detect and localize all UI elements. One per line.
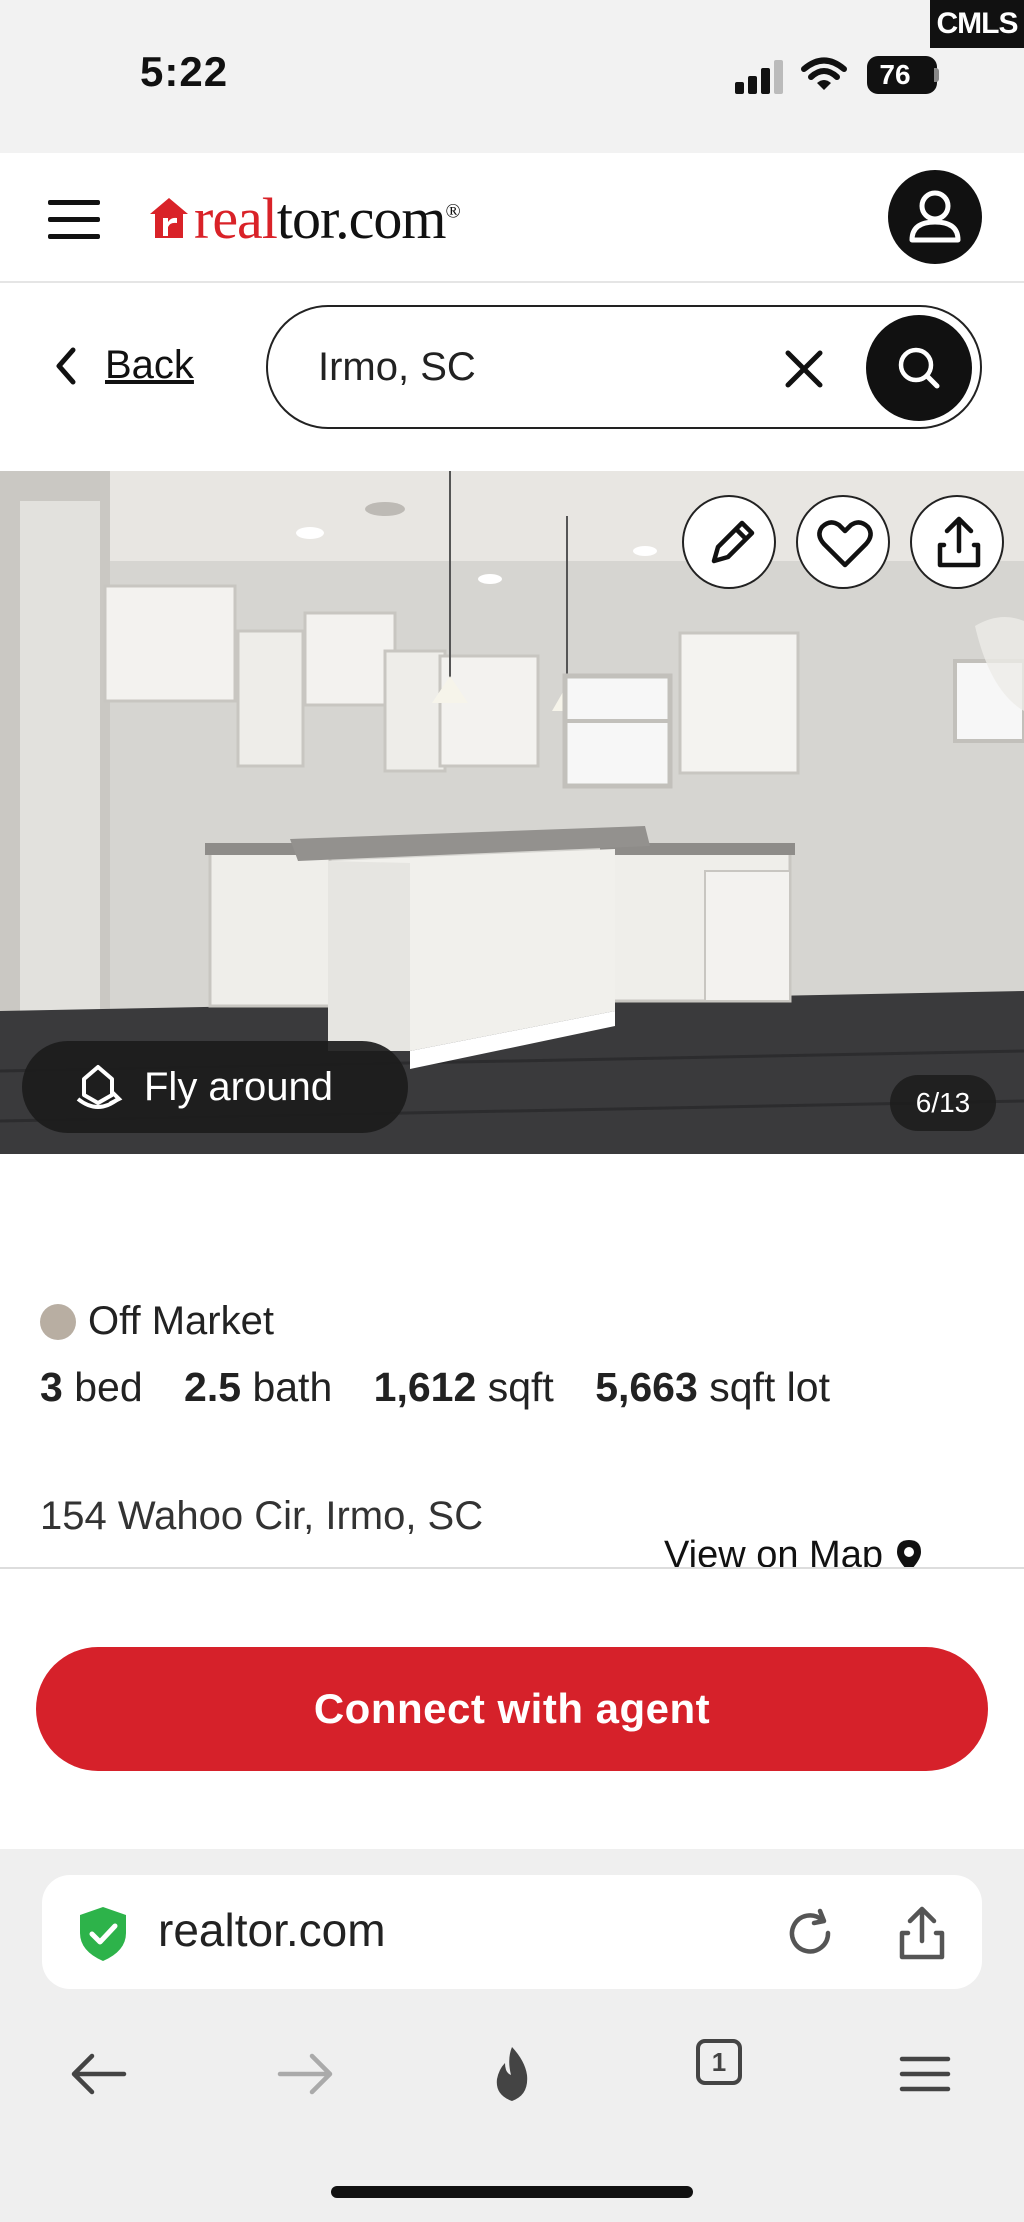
forward-arrow-icon bbox=[277, 2053, 333, 2095]
listing-details: Off Market 3 bed 2.5 bath 1,612 sqft 5,6… bbox=[0, 1154, 1024, 1569]
browser-forward-button[interactable] bbox=[270, 2039, 340, 2109]
edit-button[interactable] bbox=[682, 495, 776, 589]
property-address: 154 Wahoo Cir, Irmo, SC bbox=[40, 1494, 484, 1538]
listing-photo[interactable]: Fly around 6/13 bbox=[0, 471, 1024, 1154]
tabs-button[interactable]: 1 bbox=[690, 2039, 760, 2109]
photo-counter: 6/13 bbox=[890, 1075, 996, 1131]
reload-button[interactable] bbox=[782, 1905, 838, 1961]
search-row: Back bbox=[0, 283, 1024, 471]
fly-around-label: Fly around bbox=[144, 1064, 333, 1109]
favorite-button[interactable] bbox=[796, 495, 890, 589]
status-time: 5:22 bbox=[140, 48, 229, 95]
sqft-fact: 1,612 sqft bbox=[373, 1364, 554, 1410]
share-icon bbox=[899, 1906, 945, 1960]
heart-icon bbox=[817, 520, 873, 568]
cta-area: Connect with agent bbox=[0, 1569, 1024, 1849]
search-input[interactable] bbox=[318, 339, 738, 395]
url-text: realtor.com bbox=[158, 1904, 386, 1956]
share-button[interactable] bbox=[910, 495, 1004, 589]
browser-back-button[interactable] bbox=[64, 2039, 134, 2109]
search-submit-button[interactable] bbox=[866, 315, 972, 421]
address-bar[interactable]: realtor.com bbox=[42, 1875, 982, 1989]
fly-around-icon bbox=[76, 1065, 123, 1109]
status-dot bbox=[40, 1303, 76, 1340]
beds-fact: 3 bed bbox=[40, 1364, 143, 1410]
tabs-icon: 1 bbox=[696, 2039, 742, 2085]
reload-icon bbox=[789, 1908, 831, 1954]
logo-wordmark: realtor.com® bbox=[194, 185, 461, 251]
map-link-label: View on Map bbox=[664, 1534, 883, 1569]
browser-toolbar: realtor.com 1 bbox=[0, 1849, 1024, 2222]
browser-menu-button[interactable] bbox=[890, 2039, 960, 2109]
home-indicator[interactable] bbox=[331, 2186, 693, 2198]
search-box bbox=[266, 305, 982, 429]
status-text: Off Market bbox=[88, 1299, 274, 1343]
clear-search-button[interactable] bbox=[780, 345, 828, 393]
status-bar: 5:22 76 bbox=[0, 0, 1024, 153]
close-icon bbox=[785, 350, 823, 388]
menu-icon bbox=[899, 2056, 951, 2092]
hamburger-icon[interactable] bbox=[48, 200, 100, 240]
fly-around-button[interactable]: Fly around bbox=[22, 1041, 408, 1133]
battery-level: 76 bbox=[879, 59, 911, 90]
wifi-icon bbox=[801, 57, 847, 90]
back-button[interactable]: Back bbox=[55, 343, 194, 388]
lot-fact: 5,663 sqft lot bbox=[595, 1364, 830, 1410]
connect-with-agent-button[interactable]: Connect with agent bbox=[36, 1647, 988, 1771]
edit-icon bbox=[711, 520, 755, 564]
map-pin-icon bbox=[896, 1539, 921, 1569]
view-on-map-link[interactable]: View on Map bbox=[664, 1534, 923, 1569]
share-icon bbox=[937, 516, 981, 568]
mls-watermark-logo: CMLS bbox=[930, 0, 1024, 48]
back-label: Back bbox=[105, 343, 194, 387]
cellular-signal-icon bbox=[735, 58, 785, 94]
house-icon bbox=[150, 198, 188, 238]
battery-tip bbox=[934, 68, 939, 82]
listing-status: Off Market bbox=[40, 1299, 274, 1344]
site-header: realtor.com® bbox=[0, 153, 1024, 283]
flame-icon bbox=[496, 2047, 528, 2101]
property-facts: 3 bed 2.5 bath 1,612 sqft 5,663 sqft lot bbox=[40, 1364, 860, 1411]
battery-indicator: 76 bbox=[867, 56, 937, 94]
back-arrow-icon bbox=[71, 2053, 127, 2095]
browser-share-button[interactable] bbox=[894, 1903, 950, 1963]
search-icon bbox=[898, 347, 940, 389]
secure-shield-icon bbox=[80, 1907, 126, 1961]
realtor-logo[interactable]: realtor.com® bbox=[148, 183, 461, 253]
baths-fact: 2.5 bath bbox=[184, 1364, 333, 1410]
flame-button[interactable] bbox=[477, 2039, 547, 2109]
user-icon bbox=[909, 190, 961, 243]
chevron-left-icon bbox=[56, 347, 76, 384]
account-button[interactable] bbox=[888, 170, 982, 264]
